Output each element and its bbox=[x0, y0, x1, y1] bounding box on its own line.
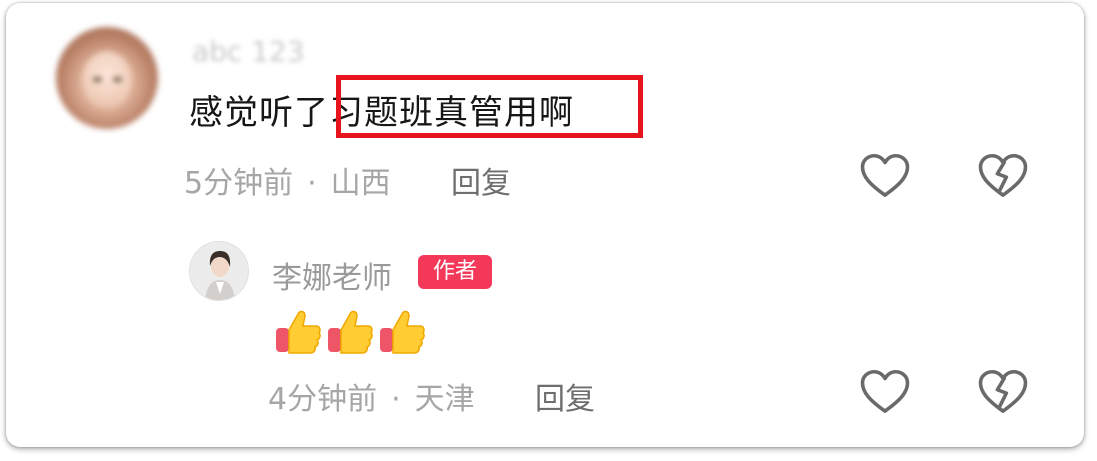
avatar-face bbox=[82, 51, 132, 109]
comment-card: abc 123 感觉听了习题班真管用啊 5分钟前·山西 回复 李娜老师 作者 bbox=[6, 3, 1084, 447]
reply-location: 天津 bbox=[414, 382, 475, 417]
thumbs-up-emoji bbox=[276, 310, 321, 354]
dislike-button[interactable] bbox=[976, 149, 1030, 203]
commenter-avatar[interactable] bbox=[56, 27, 158, 129]
commenter-username[interactable]: abc 123 bbox=[192, 35, 305, 68]
reply-reply-button[interactable]: 回复 bbox=[535, 374, 595, 418]
reply-time: 4分钟前 bbox=[268, 382, 378, 417]
meta-separator: · bbox=[307, 166, 317, 201]
reply-like-button[interactable] bbox=[858, 365, 912, 419]
author-avatar-image bbox=[190, 242, 248, 300]
avatar-eye bbox=[113, 77, 122, 82]
reply-author-name[interactable]: 李娜老师 bbox=[272, 253, 392, 297]
meta-separator: · bbox=[391, 382, 401, 417]
heart-outline-icon bbox=[860, 153, 910, 197]
comment-location: 山西 bbox=[330, 166, 391, 201]
like-button[interactable] bbox=[858, 149, 912, 203]
reply-button[interactable]: 回复 bbox=[451, 158, 511, 202]
broken-heart-icon bbox=[978, 153, 1028, 197]
reply-meta: 4分钟前 · 天津 bbox=[268, 374, 475, 418]
heart-outline-icon bbox=[860, 369, 910, 413]
avatar-eye bbox=[93, 77, 102, 82]
broken-heart-icon bbox=[978, 369, 1028, 413]
highlight-annotation-box bbox=[336, 75, 643, 138]
author-badge: 作者 bbox=[418, 255, 492, 289]
comment-meta: 5分钟前 · 山西 bbox=[184, 158, 391, 202]
comment-time: 5分钟前 bbox=[184, 166, 294, 201]
thumbs-up-emoji bbox=[380, 310, 425, 354]
thumbs-up-emoji bbox=[328, 310, 373, 354]
author-avatar[interactable] bbox=[189, 241, 249, 301]
reply-emoji-row bbox=[274, 306, 426, 356]
reply-dislike-button[interactable] bbox=[976, 365, 1030, 419]
